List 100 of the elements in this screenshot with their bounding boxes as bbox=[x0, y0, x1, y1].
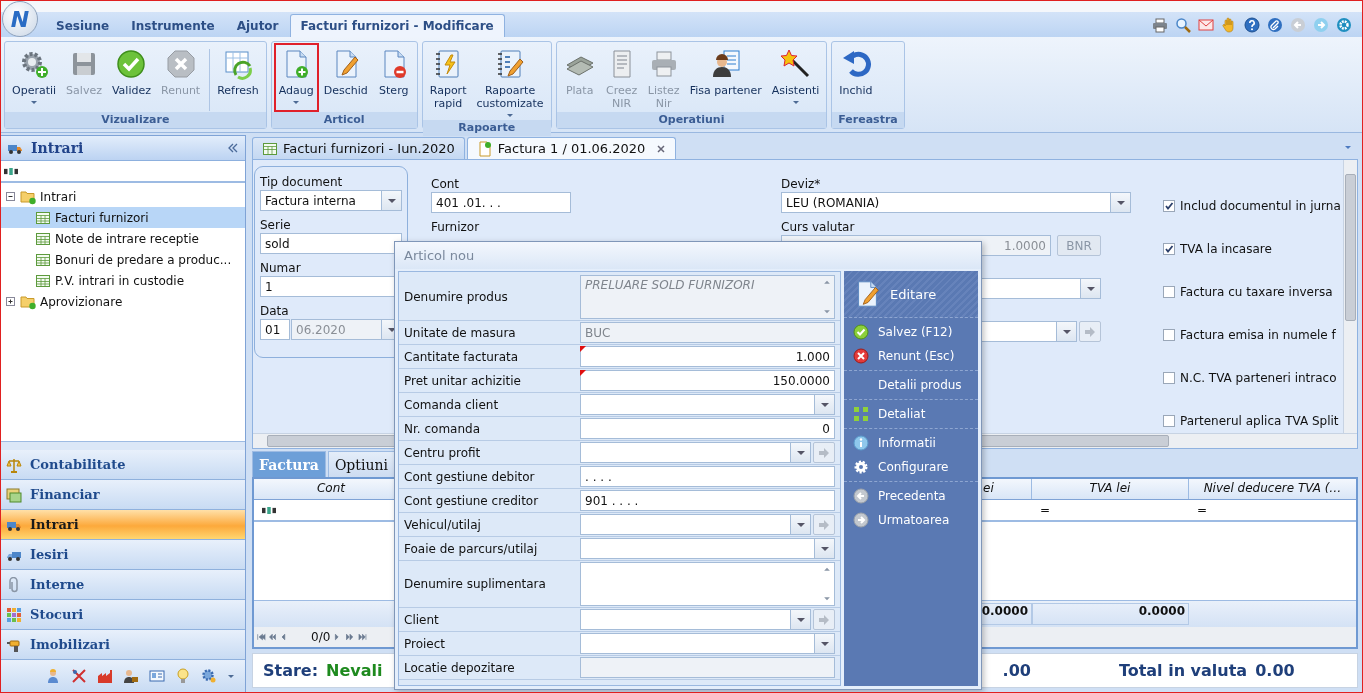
checkbox[interactable]: Factura emisa in numele f bbox=[1163, 327, 1341, 343]
ribbon-button[interactable]: Adaug bbox=[273, 43, 319, 112]
column-header[interactable]: TVA lei bbox=[1032, 479, 1189, 499]
tree-item[interactable]: Intrari bbox=[1, 186, 245, 207]
checkbox[interactable]: Includ documentul in jurna bbox=[1163, 198, 1341, 214]
scroll-arrows-icon[interactable] bbox=[822, 278, 832, 316]
businessman-icon[interactable] bbox=[123, 668, 139, 684]
menu-tab[interactable]: Instrumente bbox=[120, 14, 226, 37]
double-chevron-icon[interactable] bbox=[227, 143, 239, 153]
action-item[interactable]: Salvez (F12) bbox=[844, 320, 978, 344]
nav-button[interactable]: Intrari bbox=[1, 510, 245, 540]
action-item[interactable]: Renunt (Esc) bbox=[844, 344, 978, 368]
ribbon-button[interactable]: Inchid bbox=[834, 43, 878, 112]
checkbox[interactable]: Partenerul aplica TVA Split bbox=[1163, 413, 1341, 429]
text-field[interactable]: 401 .01. . . bbox=[431, 192, 571, 213]
checkbox-box[interactable] bbox=[1163, 415, 1175, 427]
action-item[interactable]: Detalii produs bbox=[844, 373, 978, 397]
action-item[interactable]: Urmatoarea bbox=[844, 508, 978, 532]
tree-item[interactable]: Note de intrare receptie bbox=[1, 228, 245, 249]
dropdown-button[interactable] bbox=[814, 539, 834, 558]
close-icon[interactable] bbox=[656, 143, 667, 154]
filter-operator[interactable]: = bbox=[1197, 503, 1208, 517]
action-item[interactable]: Precedenta bbox=[844, 484, 978, 508]
search-icon[interactable] bbox=[1175, 16, 1191, 33]
document-tab[interactable]: Factura 1 / 01.06.2020 bbox=[466, 137, 677, 159]
splitter-handle[interactable] bbox=[1, 441, 245, 450]
checkbox-box[interactable] bbox=[1163, 372, 1175, 384]
dropdown-button[interactable] bbox=[1080, 279, 1100, 298]
dropdown-button[interactable] bbox=[814, 634, 834, 653]
help-icon[interactable] bbox=[1244, 16, 1260, 33]
collapse-icon[interactable] bbox=[5, 191, 16, 202]
day-field[interactable]: 01 bbox=[260, 319, 290, 340]
lightbulb-icon[interactable] bbox=[175, 668, 191, 684]
nav-button[interactable]: Stocuri bbox=[1, 600, 245, 630]
number-field[interactable]: 1.000 bbox=[580, 346, 835, 367]
dropdown-button[interactable] bbox=[790, 515, 810, 534]
caret-icon[interactable] bbox=[227, 673, 235, 679]
settings-icon[interactable] bbox=[1336, 16, 1352, 33]
nav-button[interactable]: Iesiri bbox=[1, 540, 245, 570]
worker-icon[interactable] bbox=[45, 668, 61, 684]
printer-icon[interactable] bbox=[1152, 16, 1168, 33]
text-field[interactable]: 901 . . . . bbox=[580, 490, 835, 511]
checkbox[interactable]: Factura cu taxare inversa bbox=[1163, 284, 1341, 300]
abc-icon[interactable] bbox=[262, 505, 276, 515]
ribbon-button[interactable]: Validez bbox=[106, 43, 156, 112]
text-field[interactable] bbox=[580, 657, 835, 678]
checkbox-box[interactable] bbox=[1163, 200, 1175, 212]
ribbon-button[interactable]: Operatii bbox=[7, 43, 62, 112]
dropdown-button[interactable] bbox=[790, 443, 810, 462]
checkbox-box[interactable] bbox=[1163, 329, 1175, 341]
nav-button[interactable]: Contabilitate bbox=[1, 450, 245, 480]
menu-tab[interactable]: Sesiune bbox=[45, 14, 121, 37]
action-item[interactable]: Informatii bbox=[844, 431, 978, 455]
checkbox-box[interactable] bbox=[1163, 286, 1175, 298]
text-field[interactable]: sold bbox=[260, 233, 402, 254]
paperclip-icon[interactable] bbox=[1267, 16, 1283, 33]
tree-item[interactable]: Bonuri de predare a produc... bbox=[1, 249, 245, 270]
dropdown-button[interactable] bbox=[381, 191, 401, 210]
hand-icon[interactable] bbox=[1221, 16, 1237, 33]
combo-box[interactable]: Factura interna bbox=[260, 190, 402, 211]
factory-icon[interactable] bbox=[97, 668, 113, 684]
menu-tab[interactable]: Facturi furnizori - Modificare bbox=[289, 14, 505, 37]
menu-tab[interactable]: Ajutor bbox=[225, 14, 290, 37]
ribbon-button[interactable]: Fisa partener bbox=[684, 43, 767, 112]
dropdown-button[interactable] bbox=[1110, 193, 1130, 212]
ribbon-button[interactable]: Rapoarte customizate bbox=[471, 43, 549, 120]
mail-icon[interactable] bbox=[1198, 16, 1214, 33]
number-field[interactable]: 0 bbox=[580, 418, 835, 439]
action-item[interactable]: Configurare bbox=[844, 455, 978, 479]
dropdown-button[interactable] bbox=[1056, 322, 1076, 341]
ribbon-button[interactable]: Asistenti bbox=[766, 43, 825, 112]
filter-operator[interactable]: = bbox=[1040, 503, 1051, 517]
dropdown-button[interactable] bbox=[790, 610, 810, 629]
memo-field[interactable] bbox=[580, 562, 835, 606]
column-header[interactable]: Nivel deducere TVA (… bbox=[1189, 479, 1356, 499]
number-field[interactable]: 150.0000 bbox=[580, 370, 835, 391]
ribbon-button[interactable]: Sterg bbox=[372, 43, 415, 112]
tools-icon[interactable] bbox=[71, 668, 87, 684]
caret-icon[interactable] bbox=[1344, 145, 1352, 150]
gear-icon[interactable] bbox=[201, 668, 217, 684]
action-item[interactable]: Detaliat bbox=[844, 402, 978, 426]
nav-button[interactable]: Interne bbox=[1, 570, 245, 600]
tree-item[interactable]: Facturi furnizori bbox=[1, 207, 245, 228]
checkbox[interactable]: N.C. TVA parteneri intraco bbox=[1163, 370, 1341, 386]
combo-box[interactable]: LEU (ROMANIA) bbox=[781, 192, 1131, 213]
scroll-arrows-icon[interactable] bbox=[822, 565, 832, 603]
id-card-icon[interactable] bbox=[149, 668, 165, 684]
vertical-scrollbar[interactable] bbox=[1343, 160, 1357, 433]
ribbon-button[interactable]: Deschid bbox=[318, 43, 373, 112]
expand-icon[interactable] bbox=[5, 296, 16, 307]
text-field[interactable]: . . . . bbox=[580, 466, 835, 487]
ribbon-button[interactable]: Raport rapid bbox=[424, 43, 472, 120]
document-tab[interactable]: Facturi furnizori - Iun.2020 bbox=[252, 137, 465, 159]
dropdown-button[interactable] bbox=[814, 395, 834, 414]
tree-item[interactable]: Aprovizionare bbox=[1, 291, 245, 312]
nav-button[interactable]: Financiar bbox=[1, 480, 245, 510]
nav-button[interactable]: Imobilizari bbox=[1, 630, 245, 660]
checkbox-box[interactable] bbox=[1163, 243, 1175, 255]
tree-item[interactable]: P.V. intrari in custodie bbox=[1, 270, 245, 291]
form-tab[interactable]: Optiuni bbox=[327, 451, 395, 477]
